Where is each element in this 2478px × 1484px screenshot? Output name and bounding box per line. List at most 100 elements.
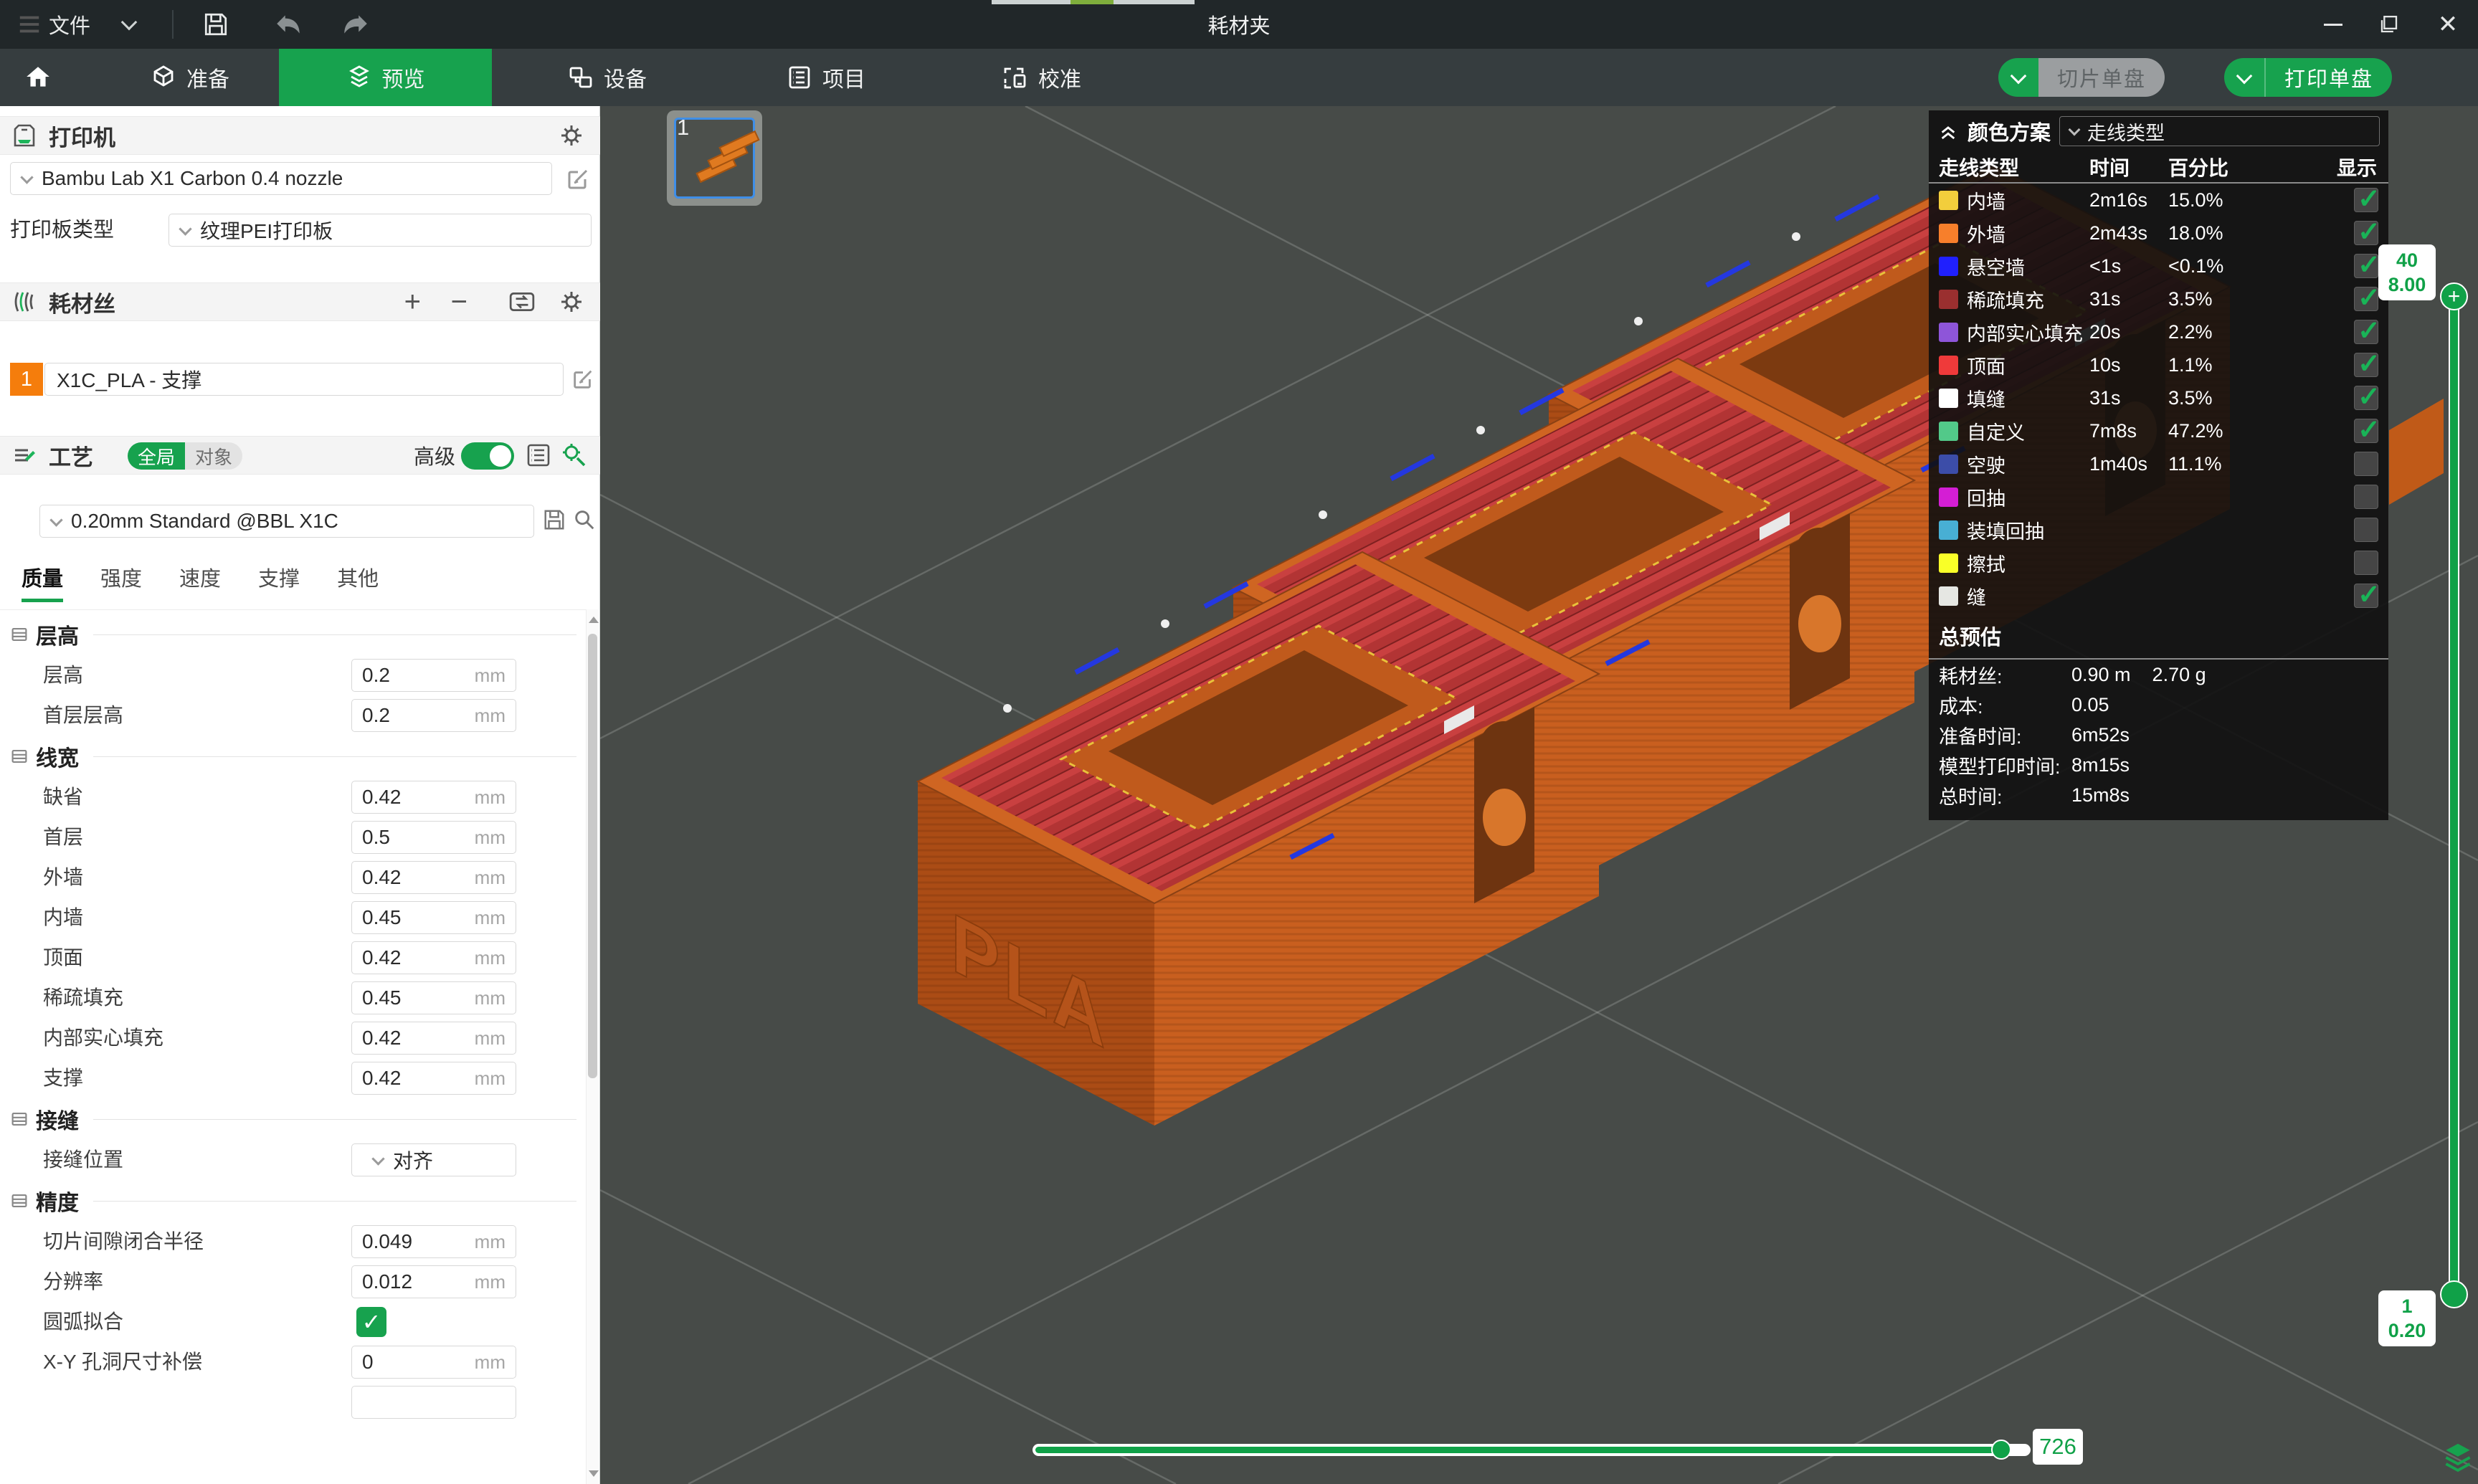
legend-row-悬空墙: 悬空墙 <1s <0.1% <box>1929 249 2388 282</box>
tab-prepare[interactable]: 准备 <box>115 49 265 106</box>
param-input[interactable]: 0.42 mm <box>351 1022 516 1055</box>
filament-slot-badge: 1 <box>10 363 43 396</box>
show-checkbox[interactable] <box>2354 315 2380 347</box>
printer-preset-select[interactable]: Bambu Lab X1 Carbon 0.4 nozzle <box>10 162 552 195</box>
add-filament-button[interactable]: + <box>404 286 421 318</box>
process-tab-其他[interactable]: 其他 <box>337 562 379 602</box>
layer-slider-top-handle[interactable]: + <box>2440 282 2468 310</box>
estimate-value: 8m15s <box>2071 753 2130 776</box>
preset-search-icon[interactable] <box>572 508 597 532</box>
param-section-header: 接缝 <box>0 1102 587 1136</box>
plate-thumbnail[interactable]: 1 <box>667 110 762 206</box>
ams-sync-icon[interactable] <box>508 288 536 315</box>
show-checkbox[interactable] <box>2354 518 2378 542</box>
param-row: 缺省 0.42 mm <box>0 781 587 814</box>
maximize-button[interactable] <box>2366 0 2412 49</box>
slice-dropdown-chevron[interactable] <box>1998 58 2038 97</box>
print-plate-button[interactable]: 打印单盘 <box>2224 58 2393 97</box>
show-checkbox[interactable] <box>2354 216 2380 248</box>
param-input[interactable]: 0.012 mm <box>351 1265 516 1298</box>
param-input[interactable]: 0.2 mm <box>351 659 516 692</box>
color-swatch <box>1939 256 1958 276</box>
show-checkbox[interactable] <box>2354 452 2378 476</box>
param-label: 顶面 <box>43 946 84 969</box>
layers-view-icon[interactable] <box>2441 1441 2474 1474</box>
param-section-header: 层高 <box>0 617 587 652</box>
advanced-toggle[interactable] <box>461 442 514 470</box>
param-row: 接缝位置 对齐 <box>0 1143 587 1176</box>
estimate-value2: 2.70 g <box>2152 663 2206 685</box>
line-type-name: 装填回抽 <box>1939 516 2089 544</box>
section-icon <box>10 747 29 766</box>
param-input[interactable]: 0.2 mm <box>351 699 516 732</box>
param-input[interactable]: 0.42 mm <box>351 781 516 814</box>
show-checkbox[interactable] <box>2354 579 2380 611</box>
show-checkbox[interactable] <box>2354 485 2378 509</box>
tab-project[interactable]: 项目 <box>754 49 898 106</box>
show-checkbox[interactable] <box>2354 381 2380 413</box>
process-list-icon[interactable] <box>526 442 551 468</box>
process-preset-select[interactable]: 0.20mm Standard @BBL X1C <box>39 505 534 538</box>
param-checkbox[interactable]: ✓ <box>356 1307 386 1337</box>
scrollbar-thumb[interactable] <box>588 634 597 1078</box>
estimate-row: 成本: 0.05 <box>1929 690 2388 720</box>
process-tab-强度[interactable]: 强度 <box>100 562 142 602</box>
show-checkbox[interactable] <box>2354 183 2380 215</box>
slice-plate-button[interactable]: 切片单盘 <box>1998 58 2165 97</box>
scroll-up-arrow[interactable] <box>589 617 599 623</box>
line-type-time: 1m40s <box>2089 452 2148 475</box>
move-slider-handle[interactable] <box>1991 1440 2011 1460</box>
section-icon <box>10 1110 29 1128</box>
tab-device[interactable]: 设备 <box>532 49 683 106</box>
preset-save-icon[interactable] <box>542 508 566 532</box>
param-select[interactable]: 对齐 <box>351 1143 516 1176</box>
scroll-down-arrow[interactable] <box>589 1470 599 1477</box>
process-tab-质量[interactable]: 质量 <box>22 562 64 602</box>
printer-edit-icon[interactable] <box>565 166 591 192</box>
process-scope-toggle[interactable]: 全局 对象 <box>128 442 242 470</box>
minimize-button[interactable] <box>2310 0 2356 49</box>
filament-settings-gear-icon[interactable] <box>559 289 584 315</box>
scope-global[interactable]: 全局 <box>128 442 185 470</box>
home-tab[interactable] <box>6 49 70 106</box>
color-scheme-title: 颜色方案 <box>1967 122 2051 145</box>
param-input[interactable]: 0.42 mm <box>351 941 516 974</box>
show-checkbox[interactable] <box>2354 414 2380 446</box>
param-input[interactable]: 0.049 mm <box>351 1225 516 1258</box>
param-input[interactable]: 0.5 mm <box>351 821 516 854</box>
legend-row-顶面: 顶面 10s 1.1% <box>1929 348 2388 381</box>
scope-object[interactable]: 对象 <box>185 442 242 470</box>
filament-edit-icon[interactable] <box>571 367 595 391</box>
color-scheme-select[interactable]: 走线类型 <box>2059 116 2380 146</box>
color-swatch <box>1939 520 1958 540</box>
estimate-row: 准备时间: 6m52s <box>1929 720 2388 750</box>
line-type-name: 顶面 <box>1939 351 2089 379</box>
param-search-icon[interactable] <box>561 442 587 468</box>
param-row: 内墙 0.45 mm <box>0 901 587 934</box>
close-button[interactable]: ✕ <box>2425 0 2471 49</box>
param-input[interactable]: 0.42 mm <box>351 861 516 894</box>
show-checkbox[interactable] <box>2354 551 2378 575</box>
filament-name-field[interactable]: X1C_PLA - 支撑 <box>44 363 564 396</box>
collapse-panel-icon[interactable] <box>1937 120 1959 142</box>
tab-preview[interactable]: 预览 <box>279 49 492 106</box>
remove-filament-button[interactable]: − <box>451 286 467 318</box>
param-input[interactable]: 0.45 mm <box>351 901 516 934</box>
process-tab-速度[interactable]: 速度 <box>179 562 221 602</box>
param-input[interactable] <box>351 1386 516 1419</box>
preview-viewport[interactable]: PLA 1 颜色方案 走线类型 走线类型 时间 百分比 显示 内墙 2m16s … <box>600 106 2478 1484</box>
show-checkbox[interactable] <box>2354 282 2380 314</box>
layer-slider-bottom-handle[interactable] <box>2440 1280 2468 1308</box>
tab-calibration[interactable]: 校准 <box>967 49 1117 106</box>
printer-settings-gear-icon[interactable] <box>559 123 584 148</box>
color-swatch <box>1939 421 1958 441</box>
process-tab-支撑[interactable]: 支撑 <box>258 562 300 602</box>
param-scrollbar[interactable] <box>586 609 599 1484</box>
param-input[interactable]: 0.45 mm <box>351 981 516 1014</box>
param-input[interactable]: 0.42 mm <box>351 1062 516 1095</box>
plate-type-select[interactable]: 纹理PEI打印板 <box>168 214 592 247</box>
show-checkbox[interactable] <box>2354 348 2380 380</box>
print-dropdown-chevron[interactable] <box>2224 58 2264 97</box>
param-input[interactable]: 0 mm <box>351 1346 516 1379</box>
show-checkbox[interactable] <box>2354 249 2380 281</box>
